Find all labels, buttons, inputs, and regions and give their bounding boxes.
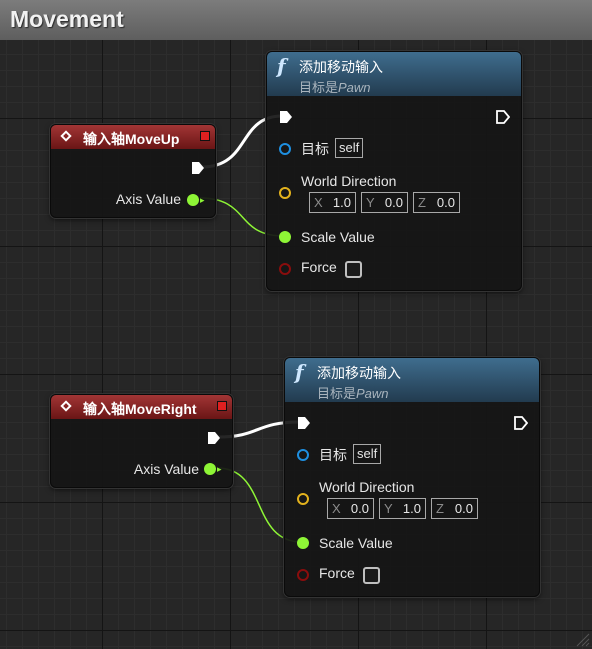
exec-out-pin-icon[interactable]	[191, 161, 205, 175]
scale-value-pin-icon[interactable]	[279, 231, 291, 243]
exec-out-pin-icon[interactable]	[496, 110, 510, 124]
graph-title: Movement	[10, 6, 124, 32]
function-header: f 添加移动输入 目标是Pawn	[267, 52, 521, 96]
event-header: 输入轴MoveRight	[51, 395, 232, 419]
world-direction-y-field[interactable]: Y 0.0	[361, 192, 408, 213]
event-delegate-pin-icon[interactable]	[200, 131, 210, 141]
exec-in-pin-icon[interactable]	[297, 416, 311, 430]
exec-out-pin-icon[interactable]	[514, 416, 528, 430]
world-direction-label: World Direction	[319, 479, 415, 495]
axis-value-out-pin-icon[interactable]	[204, 463, 216, 475]
axis-value-out-pin-icon[interactable]	[187, 194, 199, 206]
axis-value-arrow-icon: ▸	[217, 464, 222, 474]
input-axis-moveright-node[interactable]: 输入轴MoveRight Axis Value ▸	[50, 394, 233, 488]
world-direction-pin-icon[interactable]	[297, 493, 309, 505]
scale-value-label: Scale Value	[301, 229, 375, 245]
target-label: 目标	[301, 141, 329, 157]
world-direction-x-field[interactable]: X 1.0	[309, 192, 356, 213]
function-subtitle: 目标是Pawn	[317, 386, 389, 401]
axis-value-label: Axis Value	[133, 461, 199, 477]
world-direction-x-field[interactable]: X 0.0	[327, 498, 374, 519]
force-label: Force	[301, 259, 337, 275]
world-direction-label: World Direction	[301, 173, 397, 189]
exec-in-pin-icon[interactable]	[279, 110, 293, 124]
exec-out-pin-icon[interactable]	[207, 431, 221, 445]
force-checkbox[interactable]	[363, 567, 380, 584]
target-value-field[interactable]: self	[353, 444, 382, 464]
event-title: 输入轴MoveRight	[83, 401, 197, 417]
target-pin-icon[interactable]	[297, 449, 309, 461]
graph-title-bar: Movement	[0, 0, 592, 40]
target-value-field[interactable]: self	[335, 138, 364, 158]
axis-value-label: Axis Value	[115, 191, 181, 207]
function-icon: f	[277, 54, 286, 78]
event-header: 输入轴MoveUp	[51, 125, 215, 149]
function-subtitle: 目标是Pawn	[299, 80, 371, 95]
function-title: 添加移动输入	[299, 59, 383, 75]
world-direction-z-field[interactable]: Z 0.0	[431, 498, 478, 519]
event-diamond-icon	[60, 130, 72, 142]
function-title: 添加移动输入	[317, 365, 401, 381]
target-pin-icon[interactable]	[279, 143, 291, 155]
force-label: Force	[319, 565, 355, 581]
event-diamond-icon	[60, 400, 72, 412]
add-movement-input-node-1[interactable]: f 添加移动输入 目标是Pawn 目标 self World Direction…	[266, 51, 522, 291]
add-movement-input-node-2[interactable]: f 添加移动输入 目标是Pawn 目标 self World Direction…	[284, 357, 540, 597]
scale-value-pin-icon[interactable]	[297, 537, 309, 549]
event-title: 输入轴MoveUp	[83, 131, 180, 147]
input-axis-moveup-node[interactable]: 输入轴MoveUp Axis Value ▸	[50, 124, 216, 218]
function-icon: f	[295, 360, 304, 384]
resize-grip-icon[interactable]	[574, 631, 590, 647]
world-direction-y-field[interactable]: Y 1.0	[379, 498, 426, 519]
force-checkbox[interactable]	[345, 261, 362, 278]
scale-value-label: Scale Value	[319, 535, 393, 551]
function-header: f 添加移动输入 目标是Pawn	[285, 358, 539, 402]
world-direction-z-field[interactable]: Z 0.0	[413, 192, 460, 213]
force-pin-icon[interactable]	[279, 263, 291, 275]
axis-value-arrow-icon: ▸	[200, 195, 205, 205]
world-direction-pin-icon[interactable]	[279, 187, 291, 199]
event-delegate-pin-icon[interactable]	[217, 401, 227, 411]
target-label: 目标	[319, 447, 347, 463]
force-pin-icon[interactable]	[297, 569, 309, 581]
